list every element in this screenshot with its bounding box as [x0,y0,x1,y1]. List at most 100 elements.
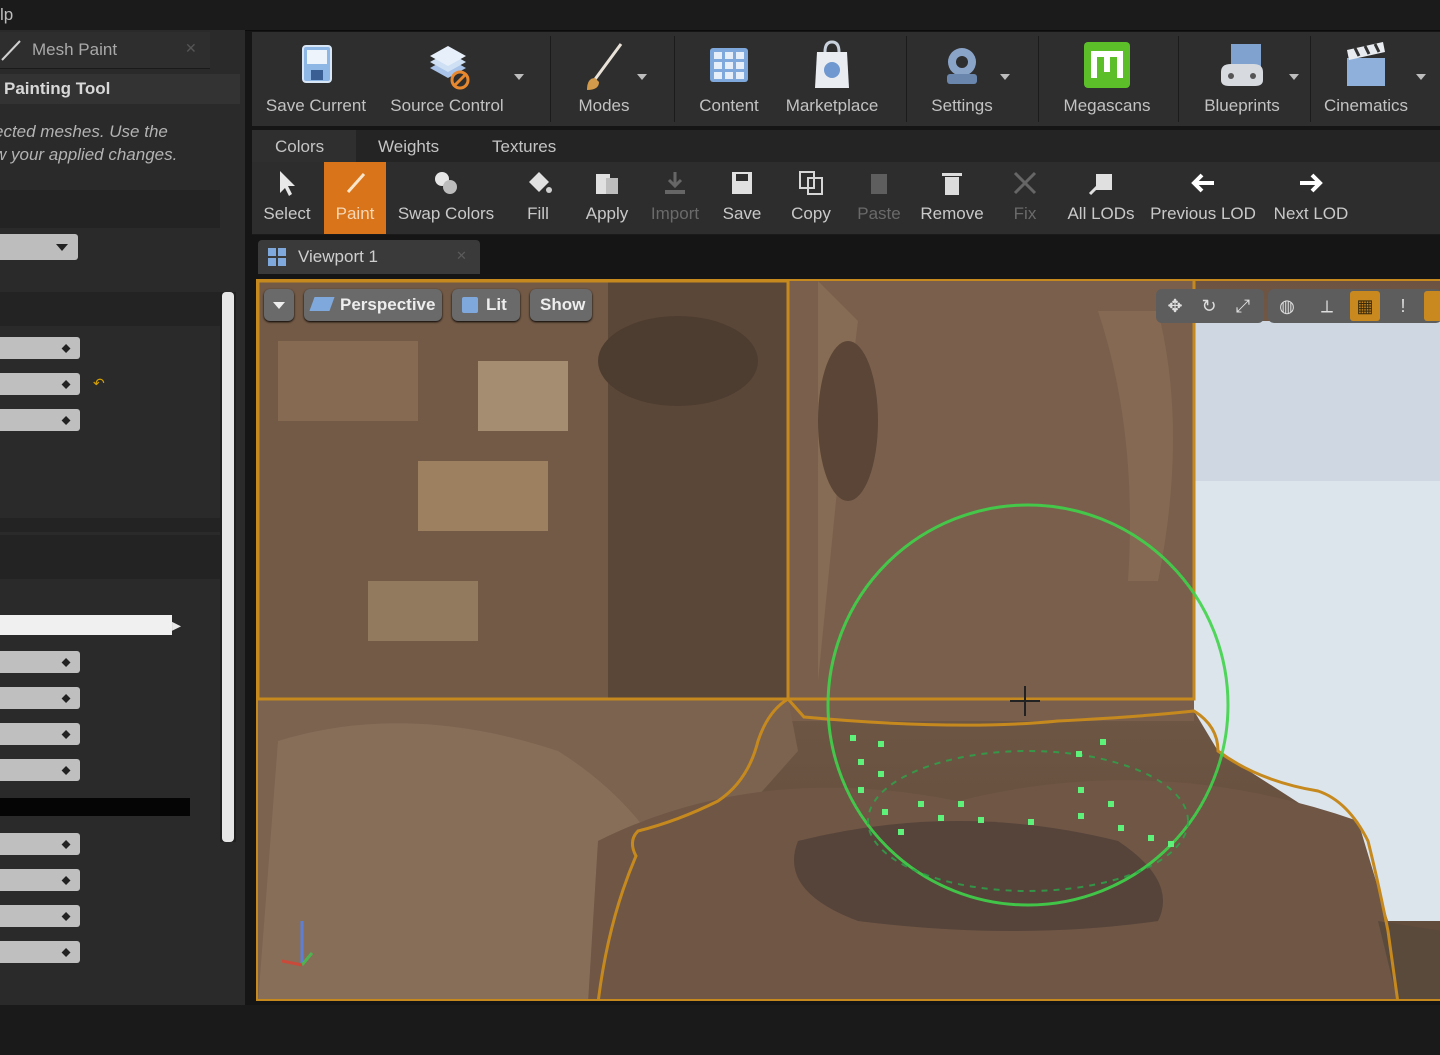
scrollbar-thumb[interactable] [222,292,234,842]
toolbar-label: Content [699,96,759,115]
close-tab-icon[interactable]: ✕ [456,248,467,264]
chevron-down-icon [273,302,285,309]
viewport-grid-icon [268,248,286,266]
chevron-down-icon[interactable] [1289,74,1299,80]
panel-tab-mesh-paint[interactable]: Mesh Paint ✕ [0,32,210,69]
fix-button[interactable]: Fix [996,162,1054,234]
transform-tools: ✥ ↻ ⤢ [1156,289,1264,323]
lit-sphere-icon [462,297,478,313]
numeric-field[interactable]: ⬥ [0,337,80,359]
main-toolbar: Save Current Source Control Modes Conten… [252,32,1440,126]
numeric-field[interactable]: ⬥ [0,941,80,963]
panel-scrollbar[interactable] [220,292,236,842]
save-button[interactable]: Save [712,162,772,234]
toolbar-divider [1178,36,1179,122]
tab-weights[interactable]: Weights [356,130,462,162]
paste-button[interactable]: Paste [848,162,910,234]
all-lods-button[interactable]: All LODs [1062,162,1140,234]
level-viewport[interactable]: Perspective Lit Show ✥ ↻ ⤢ ◍ ⟂ ▦ ! [256,279,1440,1001]
swap-colors-button[interactable]: Swap Colors [392,162,500,234]
settings-button[interactable]: Settings [916,32,1008,126]
megascans-button[interactable]: Megascans [1052,32,1162,126]
stepper-icon: ⬥ [61,690,71,705]
numeric-field[interactable]: ⬥ [0,759,80,781]
remove-button[interactable]: Remove [916,162,988,234]
close-tab-icon[interactable]: ✕ [185,40,197,57]
numeric-field[interactable]: ⬥ [0,651,80,673]
stepper-icon: ⬥ [61,836,71,851]
color-swatch-black[interactable] [0,798,190,816]
numeric-field[interactable]: ⬥ [0,409,80,431]
lit-button[interactable]: Lit [452,289,520,321]
toolbar-label: Cinematics [1323,96,1409,115]
toolbar-label: Megascans [1063,96,1151,115]
chevron-down-icon[interactable] [514,74,524,80]
description-line: ected meshes. Use the [0,122,168,141]
save-icon [302,45,332,83]
toolbar-divider [550,36,551,122]
toolbar-divider [1310,36,1311,122]
blueprints-button[interactable]: Blueprints [1190,32,1294,126]
rotate-icon[interactable]: ↻ [1194,291,1224,321]
show-button[interactable]: Show [530,289,592,321]
trash-icon [942,173,962,195]
marketplace-button[interactable]: Marketplace [778,32,886,126]
surface-snap-icon[interactable]: ⟂ [1312,291,1342,321]
perspective-button[interactable]: Perspective [304,289,442,321]
tab-textures[interactable]: Textures [468,130,578,162]
arrow-left-icon [1191,173,1214,193]
paint-mode-dropdown[interactable] [0,234,78,260]
toolbar-divider [1038,36,1039,122]
grid-snap-icon[interactable]: ▦ [1350,291,1380,321]
copy-button[interactable]: Copy [780,162,842,234]
select-button[interactable]: Select [256,162,318,234]
cursor-arrow-icon [280,171,295,196]
painting-tool-header[interactable]: Painting Tool [0,74,240,104]
import-button[interactable]: Import [644,162,706,234]
save-current-button[interactable]: Save Current [256,32,376,126]
numeric-field[interactable]: ⬥ [0,869,80,891]
translate-icon[interactable]: ✥ [1160,291,1190,321]
button-label: Swap Colors [397,204,495,223]
numeric-field[interactable]: ⬥ [0,723,80,745]
menu-help[interactable]: lp [0,5,13,25]
button-label: Remove [920,204,984,223]
previous-lod-button[interactable]: Previous LOD [1146,162,1260,234]
fill-button[interactable]: Fill [508,162,568,234]
button-label: Next LOD [1273,204,1349,223]
cinematics-button[interactable]: Cinematics [1314,32,1418,126]
scale-icon[interactable]: ⤢ [1228,291,1258,321]
next-lod-button[interactable]: Next LOD [1266,162,1356,234]
numeric-field[interactable]: ⬥ [0,373,80,395]
source-control-button[interactable]: Source Control [382,32,512,126]
tab-colors[interactable]: Colors [252,130,356,162]
reset-to-default-icon[interactable]: ↶ [93,375,105,392]
numeric-field[interactable]: ⬥ [0,905,80,927]
stepper-icon: ⬥ [61,376,71,391]
stepper-icon: ⬥ [61,726,71,741]
warning-icon[interactable]: ! [1388,291,1418,321]
chevron-down-icon[interactable] [1416,74,1426,80]
content-button[interactable]: Content [686,32,772,126]
numeric-field[interactable]: ⬥ [0,687,80,709]
rotation-snap-icon[interactable] [1424,291,1440,321]
button-label: Paste [857,204,901,223]
stepper-icon: ⬥ [61,762,71,777]
paint-brush-icon [1,40,21,61]
button-label: Fill [527,204,549,223]
chevron-down-icon[interactable] [1000,74,1010,80]
apply-button[interactable]: Apply [576,162,638,234]
viewport-options-button[interactable] [264,289,294,321]
save-icon [732,172,752,194]
chevron-down-icon[interactable] [637,74,647,80]
button-label: Copy [791,204,831,223]
numeric-field[interactable]: ⬥ [0,833,80,855]
viewport-tab[interactable]: Viewport 1 ✕ [258,240,480,274]
viewport-scene [258,281,1440,999]
source-control-icon [430,46,470,90]
paint-button[interactable]: Paint [324,162,386,234]
color-slider[interactable] [0,615,172,635]
world-local-icon[interactable]: ◍ [1272,291,1302,321]
arrow-right-icon[interactable]: ▸ [172,615,181,636]
panel-description: ected meshes. Use the w your applied cha… [0,120,244,166]
